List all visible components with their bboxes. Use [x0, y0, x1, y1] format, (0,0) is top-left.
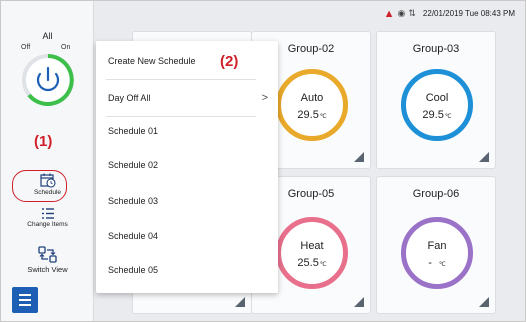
- warning-icon[interactable]: ▲: [384, 8, 395, 19]
- datetime: 22/01/2019 Tue 08:43 PM: [422, 9, 515, 18]
- menu-divider: [106, 79, 256, 80]
- group-card-03[interactable]: Group-03 Cool 29.5℃: [376, 31, 496, 169]
- schedule-item[interactable]: Schedule 03: [108, 191, 268, 211]
- menu-bar-icon: [19, 294, 31, 296]
- network-icon: ⇅: [408, 8, 416, 18]
- group-name: Group-06: [412, 188, 460, 200]
- card-corner-icon: [479, 152, 489, 162]
- on-label: On: [61, 44, 71, 51]
- menu-bar-icon: [19, 304, 31, 306]
- hamburger-menu-button[interactable]: [12, 287, 38, 313]
- mode-ring: Auto 29.5℃: [276, 69, 348, 141]
- status-bar: ▲ ◉ ⇅ 22/01/2019 Tue 08:43 PM: [384, 8, 515, 19]
- chevron-right-icon: >: [261, 92, 268, 104]
- create-new-schedule-item[interactable]: Create New Schedule: [108, 51, 268, 71]
- mode-label: Fan: [427, 240, 447, 252]
- change-items-button[interactable]: Change Items: [1, 207, 94, 228]
- card-corner-icon: [479, 297, 489, 307]
- schedule-item[interactable]: Schedule 02: [108, 155, 268, 175]
- day-off-all-item[interactable]: Day Off All >: [108, 88, 268, 108]
- sidebar: All Off On Schedule Change Items Switch …: [1, 1, 94, 321]
- card-corner-icon: [354, 152, 364, 162]
- change-items-label: Change Items: [27, 221, 68, 228]
- menu-bar-icon: [19, 299, 31, 301]
- annotation-1: (1): [34, 133, 53, 150]
- schedule-dropdown-menu: Create New Schedule Day Off All > Schedu…: [96, 41, 278, 293]
- mode-ring: Fan - ℃: [401, 217, 473, 289]
- mode-label: Heat: [300, 240, 324, 252]
- temperature: - ℃: [428, 257, 446, 269]
- menu-divider: [106, 116, 256, 117]
- group-card-06[interactable]: Group-06 Fan - ℃: [376, 176, 496, 314]
- shield-icon: ◉: [397, 8, 406, 18]
- annotation-highlight-ring: [12, 170, 67, 202]
- switch-view-label: Switch View: [27, 265, 68, 274]
- mode-ring: Cool 29.5℃: [401, 69, 473, 141]
- schedule-item[interactable]: Schedule 05: [108, 260, 268, 280]
- switch-view-icon: [37, 246, 57, 263]
- card-corner-icon: [235, 297, 245, 307]
- mode-ring: Heat 25.5℃: [276, 217, 348, 289]
- power-toggle[interactable]: [21, 53, 75, 107]
- card-corner-icon: [354, 297, 364, 307]
- group-name: Group-03: [412, 43, 460, 55]
- schedule-item[interactable]: Schedule 01: [108, 121, 268, 141]
- switch-view-button[interactable]: Switch View: [1, 246, 94, 274]
- app-screen: Group-02 Auto 29.5℃ Group-03 Cool 29.5℃ …: [0, 0, 526, 322]
- off-label: Off: [21, 44, 31, 51]
- temperature: 29.5℃: [297, 109, 327, 121]
- mode-label: Cool: [425, 92, 449, 104]
- temperature: 29.5℃: [422, 109, 452, 121]
- annotation-2: (2): [220, 53, 239, 70]
- power-icon: [22, 54, 74, 106]
- temperature: 25.5℃: [297, 257, 327, 269]
- list-icon: [41, 208, 54, 219]
- all-label: All: [42, 31, 53, 41]
- mode-label: Auto: [300, 92, 324, 104]
- day-off-all-label: Day Off All: [108, 93, 151, 103]
- schedule-item[interactable]: Schedule 04: [108, 226, 268, 246]
